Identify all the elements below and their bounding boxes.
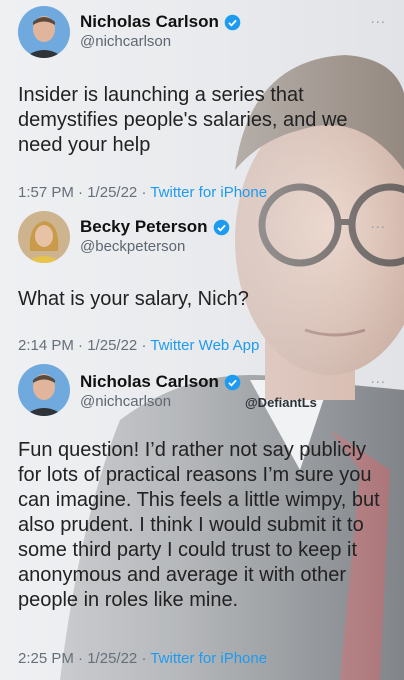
verified-badge-icon — [224, 374, 241, 390]
avatar[interactable] — [18, 364, 70, 416]
tweet-meta: 1:57 PM · 1/25/22 · Twitter for iPhone — [18, 184, 267, 201]
meta-separator: · — [141, 184, 147, 201]
tweet-3: Nicholas Carlson @nichcarlson ... Fun qu… — [0, 360, 404, 680]
tweet-text: What is your salary, Nich? — [18, 288, 249, 310]
avatar[interactable] — [18, 211, 70, 263]
author-name[interactable]: Becky Peterson — [80, 217, 208, 237]
tweet-time[interactable]: 2:14 PM — [18, 337, 74, 354]
more-options-icon[interactable]: ... — [370, 215, 386, 232]
tweet-time[interactable]: 2:25 PM — [18, 650, 74, 667]
author-name[interactable]: Nicholas Carlson — [80, 372, 219, 392]
avatar[interactable] — [18, 6, 70, 58]
author-name[interactable]: Nicholas Carlson — [80, 12, 219, 32]
tweet-text: Fun question! I’d rather not say publicl… — [18, 439, 380, 611]
tweet-1: Nicholas Carlson @nichcarlson ... Inside… — [0, 0, 404, 205]
tweet-source-link[interactable]: Twitter for iPhone — [150, 650, 267, 667]
tweet-date[interactable]: 1/25/22 — [87, 650, 137, 667]
author-handle[interactable]: @nichcarlson — [80, 393, 171, 410]
verified-badge-icon — [224, 14, 241, 30]
author-name-row[interactable]: Becky Peterson — [80, 217, 230, 237]
tweet-meta: 2:25 PM · 1/25/22 · Twitter for iPhone — [18, 650, 267, 667]
tweet-source-link[interactable]: Twitter Web App — [150, 337, 259, 354]
watermark: @DefiantLs — [245, 395, 317, 410]
author-handle[interactable]: @beckpeterson — [80, 238, 185, 255]
tweet-source-link[interactable]: Twitter for iPhone — [150, 184, 267, 201]
author-handle[interactable]: @nichcarlson — [80, 33, 171, 50]
meta-separator: · — [78, 184, 84, 201]
meta-separator: · — [141, 650, 147, 667]
author-name-row[interactable]: Nicholas Carlson — [80, 372, 241, 392]
tweet-meta: 2:14 PM · 1/25/22 · Twitter Web App — [18, 337, 259, 354]
tweet-date[interactable]: 1/25/22 — [87, 184, 137, 201]
tweet-time[interactable]: 1:57 PM — [18, 184, 74, 201]
meta-separator: · — [78, 650, 84, 667]
tweet-date[interactable]: 1/25/22 — [87, 337, 137, 354]
meta-separator: · — [141, 337, 147, 354]
author-name-row[interactable]: Nicholas Carlson — [80, 12, 241, 32]
more-options-icon[interactable]: ... — [370, 10, 386, 27]
verified-badge-icon — [213, 219, 229, 235]
tweet-2: Becky Peterson @beckpeterson ... What is… — [0, 205, 404, 360]
more-options-icon[interactable]: ... — [370, 370, 386, 387]
tweet-text: Insider is launching a series that demys… — [18, 84, 348, 156]
meta-separator: · — [78, 337, 84, 354]
